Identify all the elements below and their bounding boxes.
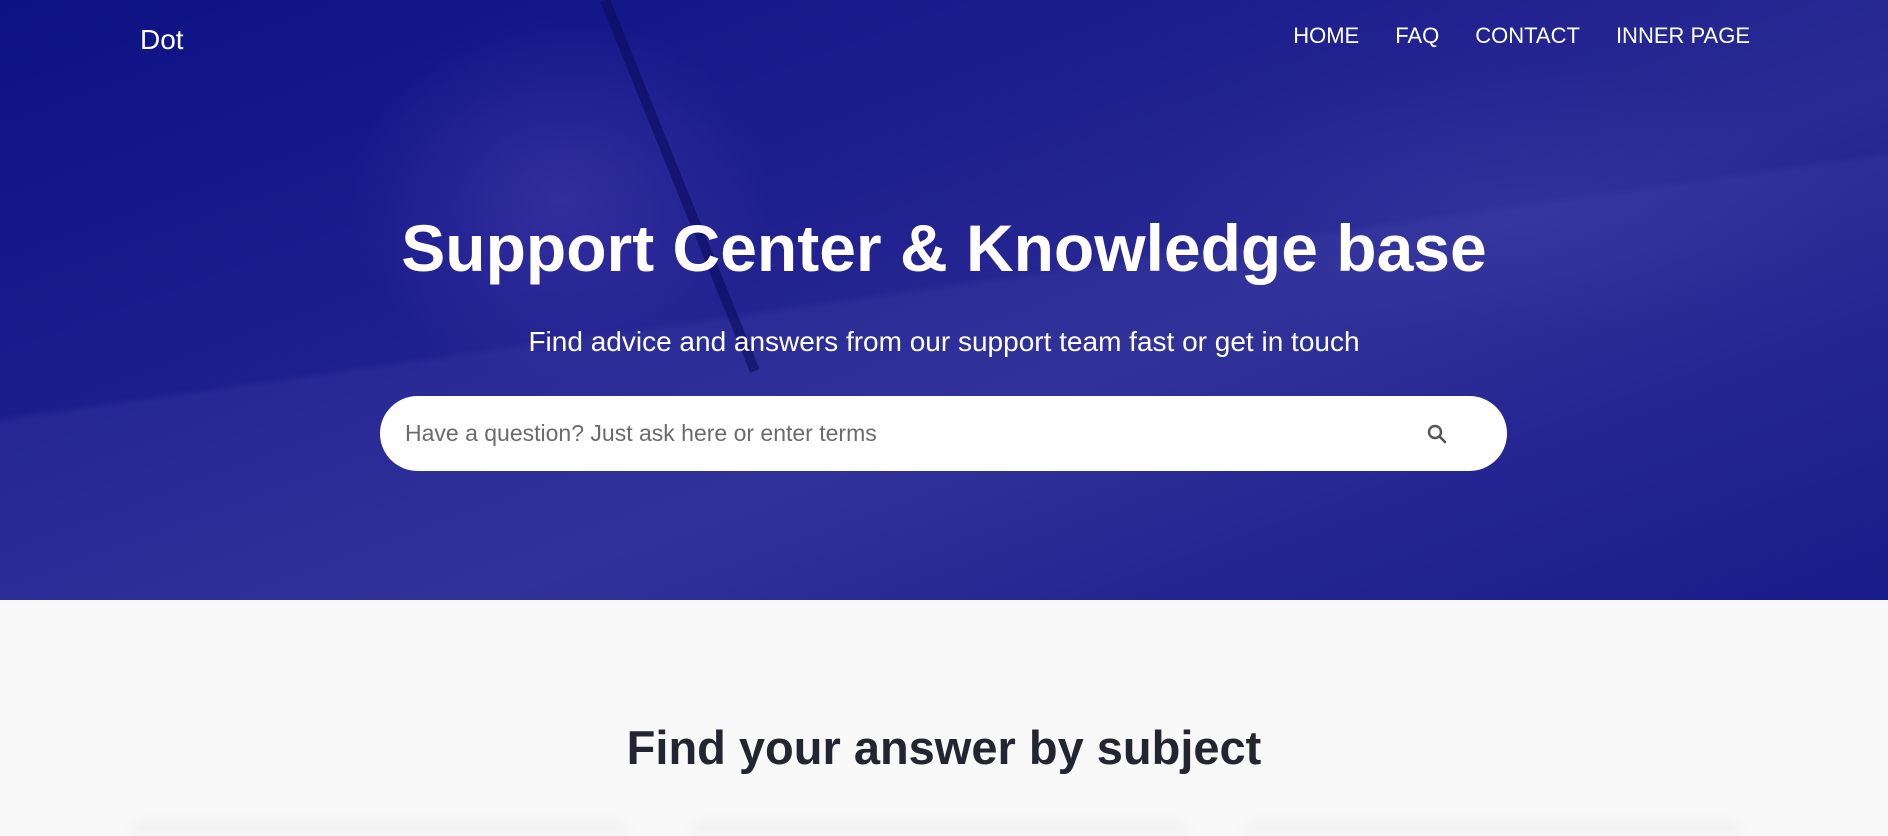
- hero-background-pen: [600, 0, 760, 373]
- search-icon[interactable]: [1425, 422, 1449, 446]
- page-subtitle: Find advice and answers from our support…: [528, 326, 1360, 357]
- nav-faq[interactable]: FAQ: [1395, 23, 1439, 49]
- search-input[interactable]: [405, 396, 1405, 471]
- subject-card[interactable]: [692, 829, 1186, 836]
- subject-card[interactable]: [1246, 829, 1740, 836]
- section-heading: Find your answer by subject: [626, 721, 1262, 774]
- nav-home[interactable]: HOME: [1293, 23, 1359, 49]
- main-nav: HOME FAQ CONTACT INNER PAGE: [1293, 23, 1750, 49]
- logo[interactable]: Dot: [140, 24, 184, 56]
- nav-contact[interactable]: CONTACT: [1475, 23, 1580, 49]
- hero-banner: Dot HOME FAQ CONTACT INNER PAGE Support …: [0, 0, 1888, 600]
- page-title: Support Center & Knowledge base: [401, 211, 1487, 285]
- search-bar: [380, 396, 1507, 471]
- nav-inner-page[interactable]: INNER PAGE: [1616, 23, 1750, 49]
- subject-card[interactable]: [132, 829, 626, 836]
